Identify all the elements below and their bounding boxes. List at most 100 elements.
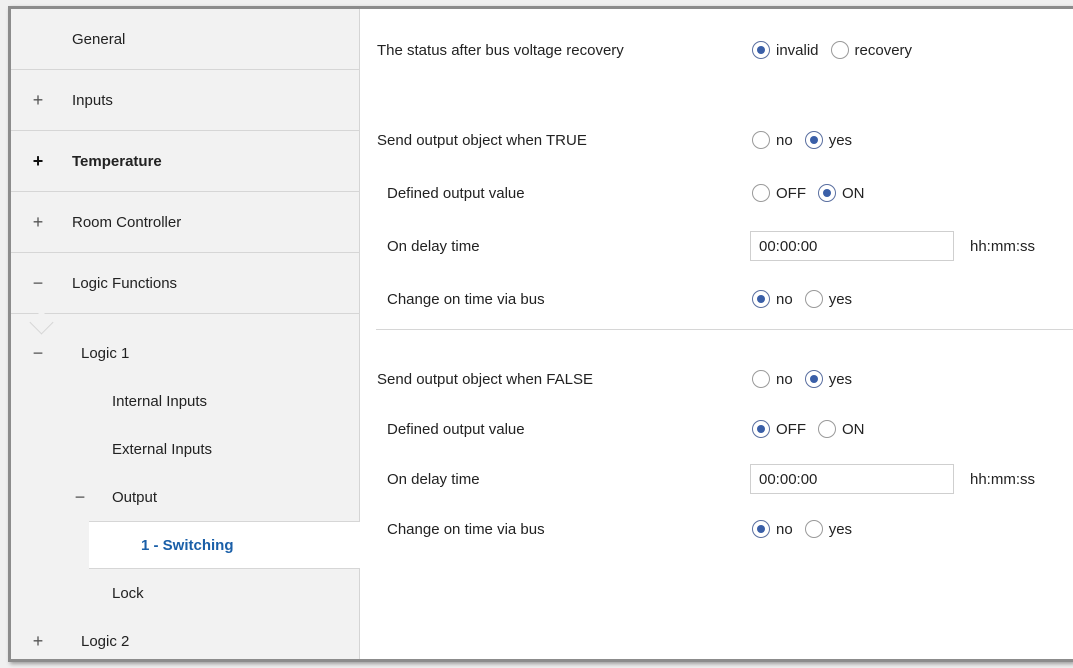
radio-button[interactable] <box>830 41 849 59</box>
radio-button-checked[interactable] <box>752 290 770 308</box>
sidebar-item-label: Inputs <box>72 91 113 109</box>
sidebar-item-logic-2[interactable]: + Logic 2 <box>11 617 360 665</box>
radio-yes[interactable]: yes <box>804 290 853 308</box>
send-true-radio-group: no yes <box>752 131 864 149</box>
sidebar-item-label: Lock <box>112 584 144 602</box>
radio-off[interactable]: OFF <box>752 184 806 202</box>
sidebar-item-temperature[interactable]: + Temperature <box>11 131 360 192</box>
radio-button[interactable] <box>804 520 823 538</box>
radio-recovery[interactable]: recovery <box>830 41 913 59</box>
radio-button-checked[interactable] <box>804 370 823 388</box>
radio-button-checked[interactable] <box>752 520 770 538</box>
radio-label: no <box>776 370 793 388</box>
radio-label: no <box>776 131 793 149</box>
unit-label: hh:mm:ss <box>970 470 1036 488</box>
bus-recovery-row: The status after bus voltage recovery in… <box>360 34 1073 66</box>
false-bus-change-radio-group: no yes <box>752 520 864 538</box>
radio-label: no <box>776 520 793 538</box>
sidebar-item-label: Internal Inputs <box>112 392 208 410</box>
sidebar-item-label: Logic 1 <box>81 344 130 362</box>
sidebar-item-inputs[interactable]: + Inputs <box>11 70 360 131</box>
sidebar-item-label: Temperature <box>72 152 162 170</box>
sidebar-item-logic-1[interactable]: − Logic 1 <box>11 329 360 377</box>
radio-label: recovery <box>854 41 913 59</box>
radio-no[interactable]: no <box>752 370 793 388</box>
radio-off[interactable]: OFF <box>752 420 806 438</box>
radio-no[interactable]: no <box>752 131 793 149</box>
plus-icon: + <box>32 211 44 232</box>
radio-button[interactable] <box>818 420 836 438</box>
bus-recovery-radio-group: invalid recovery <box>752 41 924 59</box>
param-label: On delay time <box>387 470 480 488</box>
param-label: Change on time via bus <box>387 290 545 308</box>
sidebar-item-external-inputs[interactable]: External Inputs <box>11 425 360 473</box>
radio-label: invalid <box>776 41 819 59</box>
sidebar-item-label: 1 - Switching <box>141 536 234 554</box>
false-delay-input[interactable] <box>750 464 954 494</box>
param-label: The status after bus voltage recovery <box>377 41 624 59</box>
radio-on[interactable]: ON <box>818 420 865 438</box>
section-divider <box>376 329 1073 330</box>
radio-label: yes <box>828 370 853 388</box>
sidebar-item-label: Output <box>112 488 158 506</box>
sidebar-item-room-controller[interactable]: + Room Controller <box>11 192 360 253</box>
send-true-row: Send output object when TRUE no yes <box>360 124 1073 156</box>
radio-no[interactable]: no <box>752 520 793 538</box>
sidebar-item-switching[interactable]: 1 - Switching <box>89 521 361 569</box>
false-bus-change-row: Change on time via bus no yes <box>360 513 1073 545</box>
radio-label: OFF <box>776 420 806 438</box>
plus-icon: + <box>32 150 44 171</box>
plus-icon: + <box>32 89 44 110</box>
sidebar-item-output[interactable]: − Output <box>11 473 360 521</box>
minus-icon: − <box>32 272 44 293</box>
sidebar-item-label: Room Controller <box>72 213 182 231</box>
radio-button-checked[interactable] <box>752 420 770 438</box>
param-label: On delay time <box>387 237 480 255</box>
sidebar-item-logic-functions[interactable]: − Logic Functions <box>11 253 360 314</box>
radio-yes[interactable]: yes <box>804 520 853 538</box>
minus-icon: − <box>74 486 86 507</box>
true-delay-input[interactable] <box>750 231 954 261</box>
sidebar-item-internal-inputs[interactable]: Internal Inputs <box>11 377 360 425</box>
radio-invalid[interactable]: invalid <box>752 41 819 59</box>
radio-label: ON <box>842 184 865 202</box>
sidebar-item-label: Logic Functions <box>72 274 178 292</box>
radio-label: yes <box>828 131 853 149</box>
parameter-window: General + Inputs + Temperature + Room Co… <box>8 6 1073 662</box>
radio-button[interactable] <box>752 131 770 149</box>
send-false-radio-group: no yes <box>752 370 864 388</box>
radio-label: yes <box>828 520 853 538</box>
radio-button-checked[interactable] <box>818 184 836 202</box>
param-label: Send output object when TRUE <box>377 131 587 149</box>
radio-yes[interactable]: yes <box>804 131 853 149</box>
radio-button[interactable] <box>752 370 770 388</box>
true-output-value-row: Defined output value OFF ON <box>360 177 1073 209</box>
radio-button[interactable] <box>804 290 823 308</box>
true-delay-row: On delay time hh:mm:ss <box>360 230 1073 262</box>
radio-button-checked[interactable] <box>752 41 770 59</box>
sidebar-item-label: External Inputs <box>112 440 213 458</box>
sidebar-item-label: General <box>72 30 126 48</box>
false-delay-row: On delay time hh:mm:ss <box>360 463 1073 495</box>
radio-on[interactable]: ON <box>818 184 865 202</box>
sidebar-item-label: Logic 2 <box>81 632 130 650</box>
plus-icon: + <box>32 630 44 651</box>
sidebar-item-lock[interactable]: Lock <box>11 569 360 617</box>
true-bus-change-radio-group: no yes <box>752 290 864 308</box>
true-output-value-radio-group: OFF ON <box>752 184 877 202</box>
radio-label: no <box>776 290 793 308</box>
radio-button[interactable] <box>752 184 770 202</box>
radio-label: ON <box>842 420 865 438</box>
false-output-value-radio-group: OFF ON <box>752 420 877 438</box>
true-bus-change-row: Change on time via bus no yes <box>360 283 1073 315</box>
radio-label: yes <box>828 290 853 308</box>
unit-label: hh:mm:ss <box>970 237 1036 255</box>
radio-no[interactable]: no <box>752 290 793 308</box>
sidebar-item-general[interactable]: General <box>11 9 360 70</box>
false-output-value-row: Defined output value OFF ON <box>360 413 1073 445</box>
radio-yes[interactable]: yes <box>804 370 853 388</box>
param-label: Change on time via bus <box>387 520 545 538</box>
minus-icon: − <box>32 342 44 363</box>
radio-button-checked[interactable] <box>804 131 823 149</box>
radio-label: OFF <box>776 184 806 202</box>
